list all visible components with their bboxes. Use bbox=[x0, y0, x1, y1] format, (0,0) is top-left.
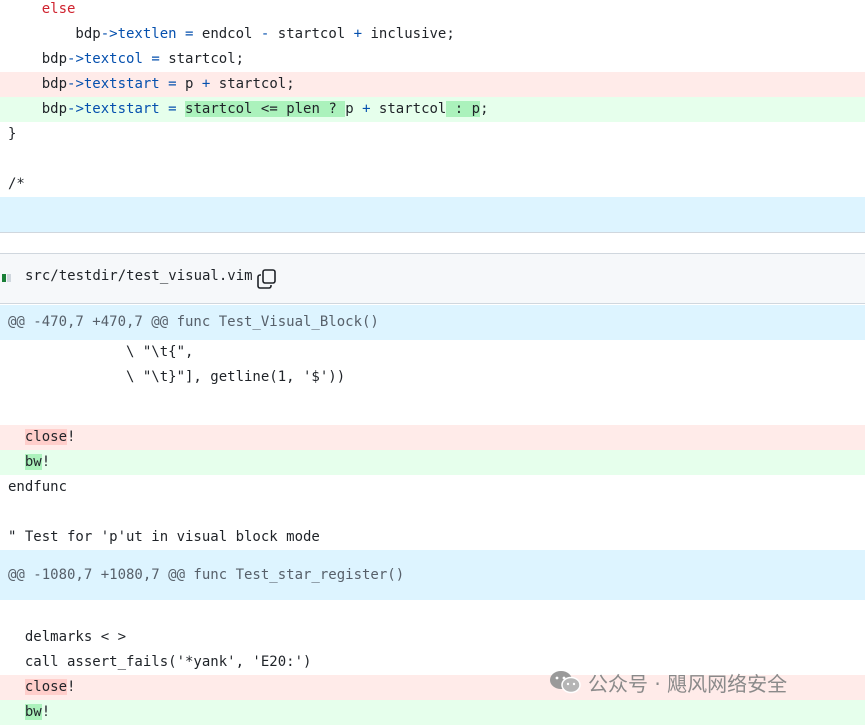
code-token: p bbox=[176, 76, 202, 92]
added-line: bw! bbox=[0, 700, 865, 725]
context-line bbox=[0, 600, 865, 625]
code-token: } bbox=[8, 126, 17, 142]
code-token: @@ -470,7 +470,7 @@ func Test_Visual_Blo… bbox=[8, 314, 379, 330]
context-line: bdp->textlen = endcol - startcol + inclu… bbox=[0, 22, 865, 47]
code-token: /* bbox=[8, 176, 25, 192]
code-token: ! bbox=[67, 429, 76, 445]
code-token: bdp bbox=[8, 101, 68, 117]
code-token: else bbox=[41, 1, 76, 17]
code-token: textlen bbox=[117, 26, 177, 42]
context-line bbox=[0, 147, 865, 172]
code-token: bw bbox=[24, 704, 42, 720]
code-token: -> bbox=[67, 101, 84, 117]
code-token: -> bbox=[67, 76, 84, 92]
code-token: ; bbox=[480, 101, 489, 117]
code-token: \ "\t}"], getline(1, '$')) bbox=[8, 369, 346, 385]
diffstat-icon bbox=[2, 274, 16, 282]
watermark-text: 公众号 · 飓风网络安全 bbox=[588, 671, 788, 696]
copy-icon[interactable] bbox=[256, 268, 278, 290]
context-line: " Test for 'p'ut in visual block mode bbox=[0, 525, 865, 550]
code-token: textstart bbox=[83, 76, 160, 92]
context-line: else bbox=[0, 0, 865, 22]
added-line: bdp->textstart = startcol <= plen ? p + … bbox=[0, 97, 865, 122]
code-token: + bbox=[353, 26, 363, 42]
code-token: bdp bbox=[8, 76, 68, 92]
code-token: startcol bbox=[370, 101, 447, 117]
file-path[interactable]: src/testdir/test_visual.vim bbox=[25, 268, 253, 284]
code-token: close bbox=[24, 679, 68, 695]
code-token: @@ -1080,7 +1080,7 @@ func Test_star_reg… bbox=[8, 567, 405, 583]
code-token: = bbox=[168, 76, 177, 92]
code-token: \ "\t{", bbox=[8, 344, 194, 360]
code-token: ! bbox=[41, 454, 51, 470]
code-token: ! bbox=[67, 679, 76, 695]
context-line: endfunc bbox=[0, 475, 865, 500]
code-token: p bbox=[345, 101, 363, 117]
code-token: = bbox=[168, 101, 177, 117]
code-token: startcol <= plen ? bbox=[185, 101, 346, 117]
context-line bbox=[0, 500, 865, 525]
code-token: endcol bbox=[193, 26, 261, 42]
code-token: + bbox=[362, 101, 371, 117]
context-line: \ "\t{", bbox=[0, 340, 865, 365]
code-token: -> bbox=[100, 26, 118, 42]
code-token: ! bbox=[41, 704, 51, 720]
code-token: " Test for 'p'ut in visual block mode bbox=[8, 529, 320, 545]
context-line bbox=[0, 390, 865, 425]
hunk-header bbox=[0, 197, 865, 232]
code-token: textcol bbox=[83, 51, 143, 67]
context-line: } bbox=[0, 122, 865, 147]
code-token: : p bbox=[446, 101, 481, 117]
code-token: endfunc bbox=[8, 479, 68, 495]
code-token: delmarks < > bbox=[8, 629, 127, 645]
code-token: startcol; bbox=[159, 51, 245, 67]
code-token: close bbox=[24, 429, 68, 445]
file-header: src/testdir/test_visual.vim bbox=[0, 253, 865, 304]
file-separator bbox=[0, 232, 865, 233]
code-token: startcol; bbox=[210, 76, 295, 92]
context-line: delmarks < > bbox=[0, 625, 865, 650]
watermark: 公众号 · 飓风网络安全 bbox=[548, 667, 787, 697]
added-line: bw! bbox=[0, 450, 865, 475]
code-token: inclusive; bbox=[362, 26, 455, 42]
wechat-icon bbox=[550, 671, 581, 694]
code-token: startcol bbox=[269, 26, 354, 42]
code-token: = bbox=[151, 51, 160, 67]
deleted-line: close! bbox=[0, 425, 865, 450]
code-token: bdp bbox=[8, 26, 101, 42]
hunk-header: @@ -1080,7 +1080,7 @@ func Test_star_reg… bbox=[0, 550, 865, 600]
context-line: /* bbox=[0, 172, 865, 197]
hunk-header: @@ -470,7 +470,7 @@ func Test_Visual_Blo… bbox=[0, 305, 865, 340]
context-line: \ "\t}"], getline(1, '$')) bbox=[0, 365, 865, 390]
code-token: bdp bbox=[8, 51, 68, 67]
context-line: bdp->textcol = startcol; bbox=[0, 47, 865, 72]
code-token: -> bbox=[67, 51, 84, 67]
deleted-line: bdp->textstart = p + startcol; bbox=[0, 72, 865, 97]
code-token: textstart bbox=[83, 101, 160, 117]
code-token: bw bbox=[24, 454, 42, 470]
code-token: call assert_fails('*yank', 'E20:') bbox=[8, 654, 312, 670]
